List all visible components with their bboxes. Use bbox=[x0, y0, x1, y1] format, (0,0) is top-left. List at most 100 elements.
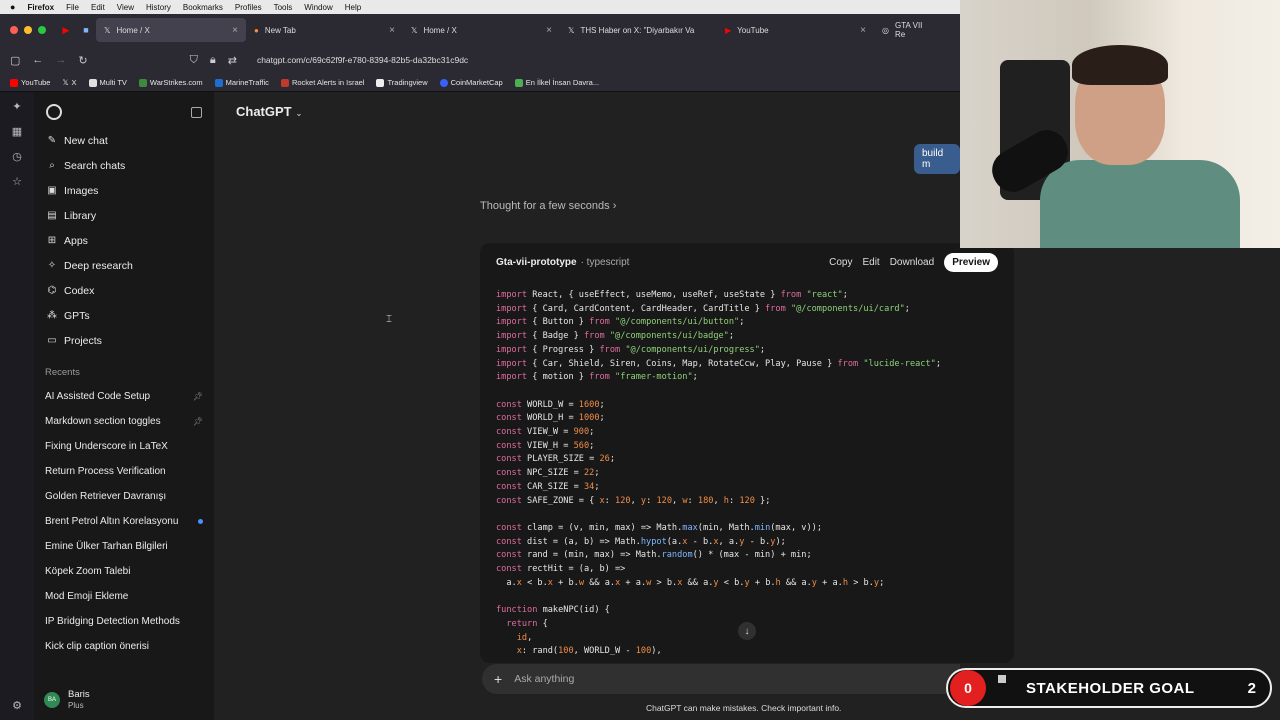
user-profile[interactable]: BA Baris Plus bbox=[44, 689, 90, 710]
recent-chat[interactable]: Brent Petrol Altın Korelasyonu bbox=[34, 509, 214, 534]
menu-profiles[interactable]: Profiles bbox=[235, 3, 262, 12]
edit-button[interactable]: Edit bbox=[862, 257, 879, 268]
close-tab-icon[interactable]: × bbox=[860, 25, 866, 36]
sidebar-item-library[interactable]: ▤ Library bbox=[34, 203, 214, 228]
bookmark-x[interactable]: 𝕏X bbox=[62, 78, 76, 87]
stakeholder-goal-widget: 0 STAKEHOLDER GOAL 2 bbox=[946, 668, 1272, 708]
recent-chat[interactable]: Fixing Underscore in LaTeX bbox=[34, 434, 214, 459]
chevron-down-icon: ⌄ bbox=[295, 109, 303, 118]
back-icon[interactable]: ← bbox=[32, 54, 43, 66]
recent-chat[interactable]: Return Process Verification bbox=[34, 459, 214, 484]
forward-icon[interactable]: → bbox=[55, 54, 66, 66]
scroll-down-button[interactable]: ↓ bbox=[738, 622, 756, 640]
person-hair bbox=[1072, 45, 1168, 85]
close-tab-icon[interactable]: × bbox=[232, 25, 238, 36]
menu-edit[interactable]: Edit bbox=[91, 3, 105, 12]
tab-ths-haber[interactable]: 𝕏 THS Haber on X: "Diyarbakır Va bbox=[560, 18, 717, 42]
recent-chat[interactable]: Kick clip caption önerisi bbox=[34, 634, 214, 659]
zoom-window-button[interactable] bbox=[38, 26, 46, 34]
sidebar-item-label: Search chats bbox=[64, 159, 126, 172]
pinned-tab[interactable]: ■ bbox=[76, 20, 96, 40]
window-controls bbox=[0, 26, 56, 34]
tab-gta[interactable]: ◎ GTA VII Re bbox=[874, 18, 934, 42]
menu-file[interactable]: File bbox=[66, 3, 79, 12]
bookmark-warstrikes[interactable]: WarStrikes.com bbox=[138, 78, 203, 87]
plus-icon[interactable]: + bbox=[494, 671, 502, 687]
sidebar-item-codex[interactable]: ⌬ Codex bbox=[34, 278, 214, 303]
sidebar-item-label: New chat bbox=[64, 134, 108, 147]
reload-icon[interactable]: ↻ bbox=[78, 54, 87, 67]
menu-window[interactable]: Window bbox=[304, 3, 332, 12]
menu-app[interactable]: Firefox bbox=[27, 3, 54, 12]
openai-logo-icon[interactable] bbox=[46, 104, 62, 120]
sidebar-item-projects[interactable]: ▭ Projects bbox=[34, 328, 214, 353]
menu-view[interactable]: View bbox=[117, 3, 134, 12]
recent-chat[interactable]: Emine Ülker Tarhan Bilgileri bbox=[34, 534, 214, 559]
bookmark-coinmarketcap[interactable]: CoinMarketCap bbox=[439, 78, 503, 87]
synced-tabs-icon[interactable]: ▦ bbox=[12, 125, 22, 138]
preview-button[interactable]: Preview bbox=[944, 252, 998, 272]
tab-home-x[interactable]: 𝕏 Home / X × bbox=[96, 18, 246, 42]
youtube-pinned-tab[interactable]: ▶ bbox=[56, 20, 76, 40]
model-selector[interactable]: ChatGPT ⌄ bbox=[236, 104, 302, 119]
url-input[interactable]: chatgpt.com/c/69c62f9f-e780-8394-82b5-da… bbox=[257, 55, 468, 65]
bookmarks-star-icon[interactable]: ☆ bbox=[12, 175, 22, 188]
bookmark-youtube[interactable]: YouTube bbox=[10, 78, 50, 87]
composer[interactable]: + Ask anything bbox=[482, 664, 960, 694]
bookmark-marinetraffic[interactable]: MarineTraffic bbox=[214, 78, 269, 87]
sidebar-item-new-chat[interactable]: ✎ New chat bbox=[34, 128, 214, 153]
coin-icon bbox=[439, 78, 448, 87]
bookmark-tradingview[interactable]: Tradingview bbox=[376, 78, 428, 87]
recents-heading: Recents bbox=[45, 367, 80, 378]
gear-icon[interactable]: ⚙ bbox=[12, 699, 22, 712]
x-icon: 𝕏 bbox=[62, 78, 69, 87]
firefox-icon: ● bbox=[254, 25, 259, 35]
history-icon[interactable]: ◷ bbox=[12, 150, 22, 163]
tab-youtube[interactable]: ▶ YouTube × bbox=[717, 18, 874, 42]
recent-chat-label: Köpek Zoom Talebi bbox=[45, 566, 131, 577]
sidebar-item-apps[interactable]: ⊞ Apps bbox=[34, 228, 214, 253]
x-icon: 𝕏 bbox=[104, 25, 111, 35]
recent-chat[interactable]: IP Bridging Detection Methods bbox=[34, 609, 214, 634]
permissions-icon[interactable]: ⇄ bbox=[228, 54, 237, 67]
code-language: · typescript bbox=[580, 256, 630, 268]
bookmark-en-ilkel[interactable]: En İlkel İnsan Davra... bbox=[514, 78, 599, 87]
thought-toggle[interactable]: Thought for a few seconds › bbox=[480, 200, 616, 212]
close-tab-icon[interactable]: × bbox=[389, 25, 395, 36]
bookmark-rocket-alerts[interactable]: Rocket Alerts in Israel bbox=[280, 78, 364, 87]
code-canvas-header: Gta-vii-prototype · typescript Copy Edit… bbox=[480, 243, 1014, 281]
sidebar-item-label: Deep research bbox=[64, 259, 133, 272]
recent-chat[interactable]: Golden Retriever Davranışı bbox=[34, 484, 214, 509]
code-title: Gta-vii-prototype bbox=[496, 256, 577, 268]
recent-chat[interactable]: Markdown section toggles 📌︎ bbox=[34, 409, 214, 434]
recent-chat[interactable]: Köpek Zoom Talebi bbox=[34, 559, 214, 584]
menu-history[interactable]: History bbox=[146, 3, 171, 12]
ai-chatbot-icon[interactable]: ✦ bbox=[12, 100, 21, 113]
recent-chat[interactable]: AI Assisted Code Setup 📌︎ bbox=[34, 384, 214, 409]
download-button[interactable]: Download bbox=[890, 257, 934, 268]
close-window-button[interactable] bbox=[10, 26, 18, 34]
tab-new-tab[interactable]: ● New Tab × bbox=[246, 18, 403, 42]
copy-button[interactable]: Copy bbox=[829, 257, 852, 268]
sidebar-item-images[interactable]: ▣ Images bbox=[34, 178, 214, 203]
composer-input[interactable]: Ask anything bbox=[514, 673, 574, 685]
minimize-window-button[interactable] bbox=[24, 26, 32, 34]
apple-icon[interactable]: ● bbox=[10, 2, 15, 12]
close-tab-icon[interactable]: × bbox=[546, 25, 552, 36]
sidebar-item-gpts[interactable]: ⁂ GPTs bbox=[34, 303, 214, 328]
menu-bookmarks[interactable]: Bookmarks bbox=[183, 3, 223, 12]
bookmark-multitv[interactable]: Multi TV bbox=[88, 78, 127, 87]
menu-help[interactable]: Help bbox=[345, 3, 361, 12]
menu-tools[interactable]: Tools bbox=[274, 3, 293, 12]
sidebar-item-search-chats[interactable]: ⌕ Search chats bbox=[34, 153, 214, 178]
tab-label: Home / X bbox=[423, 25, 457, 35]
collapse-sidebar-icon[interactable] bbox=[191, 106, 202, 118]
shield-icon[interactable]: ⛉ bbox=[190, 54, 198, 67]
tab-home-x-2[interactable]: 𝕏 Home / X × bbox=[403, 18, 560, 42]
mouse-cursor-icon: ⌶ bbox=[386, 314, 392, 325]
sidebar-toggle-icon[interactable]: ▢ bbox=[10, 54, 20, 67]
recent-chat[interactable]: Mod Emoji Ekleme bbox=[34, 584, 214, 609]
x-icon: 𝕏 bbox=[568, 25, 575, 35]
lock-icon[interactable]: 🔒︎ bbox=[210, 54, 216, 67]
sidebar-item-deep-research[interactable]: ✧ Deep research bbox=[34, 253, 214, 278]
